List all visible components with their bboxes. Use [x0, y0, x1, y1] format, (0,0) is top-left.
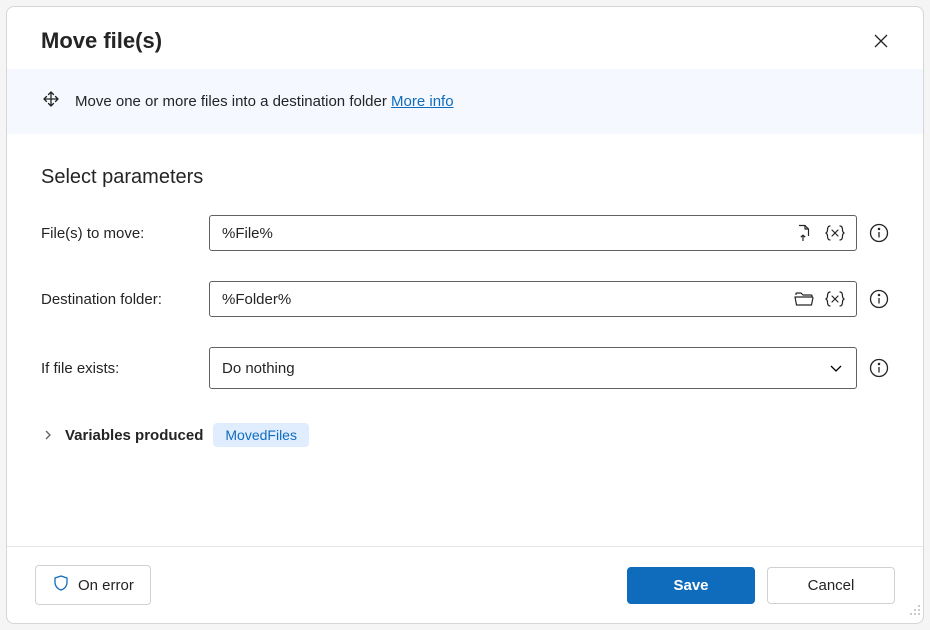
- exists-label: If file exists:: [41, 360, 209, 377]
- folder-icon: [794, 289, 814, 309]
- on-error-button[interactable]: On error: [35, 565, 151, 605]
- dest-input-wrap: [209, 281, 857, 317]
- exists-select[interactable]: Do nothing: [209, 347, 857, 389]
- exists-value: Do nothing: [222, 360, 295, 377]
- dest-label: Destination folder:: [41, 291, 209, 308]
- move-files-dialog: Move file(s) Move one or more files into…: [6, 6, 924, 624]
- variables-expand-toggle[interactable]: [41, 428, 55, 442]
- param-files-to-move: File(s) to move:: [41, 215, 889, 251]
- exists-info-button[interactable]: [869, 358, 889, 378]
- variables-produced-row: Variables produced MovedFiles: [41, 419, 889, 447]
- variable-picker-button[interactable]: [822, 287, 848, 311]
- save-button[interactable]: Save: [627, 567, 755, 604]
- banner-text: Move one or more files into a destinatio…: [75, 93, 454, 110]
- info-icon: [869, 289, 889, 309]
- dest-input[interactable]: [222, 291, 786, 308]
- dialog-content: Select parameters File(s) to move:: [7, 134, 923, 546]
- files-input-wrap: [209, 215, 857, 251]
- param-if-file-exists: If file exists: Do nothing: [41, 347, 889, 389]
- variables-label: Variables produced: [65, 427, 203, 444]
- footer-actions: Save Cancel: [627, 567, 895, 604]
- move-icon: [41, 89, 61, 114]
- files-info-button[interactable]: [869, 223, 889, 243]
- banner-description: Move one or more files into a destinatio…: [75, 93, 391, 110]
- files-input[interactable]: [222, 225, 786, 242]
- dialog-title: Move file(s): [41, 28, 162, 54]
- files-label: File(s) to move:: [41, 225, 209, 242]
- close-icon: [873, 33, 889, 49]
- description-banner: Move one or more files into a destinatio…: [7, 69, 923, 134]
- variable-icon: [824, 289, 846, 309]
- close-button[interactable]: [867, 27, 895, 55]
- dialog-footer: On error Save Cancel: [7, 546, 923, 623]
- info-icon: [869, 223, 889, 243]
- dialog-header: Move file(s): [7, 7, 923, 69]
- param-destination-folder: Destination folder:: [41, 281, 889, 317]
- on-error-label: On error: [78, 577, 134, 594]
- resize-grip[interactable]: [909, 603, 921, 621]
- chevron-right-icon: [41, 428, 55, 442]
- chevron-down-icon: [828, 360, 844, 376]
- file-picker-button[interactable]: [792, 221, 816, 245]
- folder-picker-button[interactable]: [792, 287, 816, 311]
- file-picker-icon: [794, 223, 814, 243]
- info-icon: [869, 358, 889, 378]
- dest-info-button[interactable]: [869, 289, 889, 309]
- variable-chip-movedfiles[interactable]: MovedFiles: [213, 423, 309, 447]
- cancel-button[interactable]: Cancel: [767, 567, 895, 604]
- variable-picker-button[interactable]: [822, 221, 848, 245]
- shield-icon: [52, 574, 70, 596]
- section-title: Select parameters: [41, 166, 889, 189]
- more-info-link[interactable]: More info: [391, 93, 454, 110]
- variable-icon: [824, 223, 846, 243]
